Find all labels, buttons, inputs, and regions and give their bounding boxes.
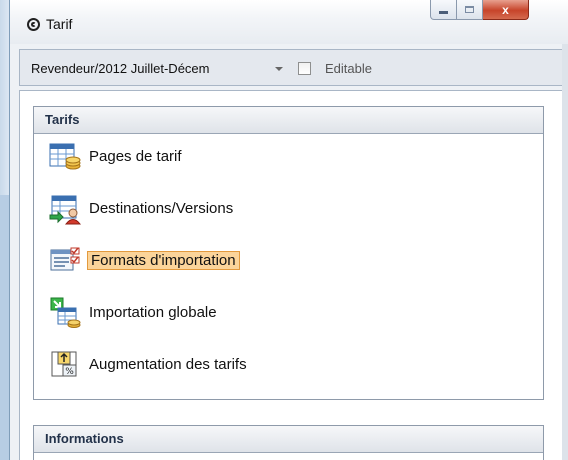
- destinations-versions-icon: [49, 195, 81, 225]
- app-circle-icon[interactable]: [27, 18, 40, 31]
- price-increase-icon: %: [51, 351, 77, 377]
- item-label: Destinations/Versions: [89, 200, 234, 217]
- informations-group-header[interactable]: Informations: [34, 426, 543, 453]
- toolbar: Revendeur/2012 Juillet-Décem Editable: [19, 49, 564, 86]
- window-right-edge: [562, 44, 568, 460]
- desktop-highlight: [0, 195, 9, 460]
- item-label: Formats d'importation: [87, 251, 240, 270]
- item-label: Importation globale: [89, 304, 217, 321]
- item-augmentation-tarifs[interactable]: % Augmentation des tarifs: [49, 349, 349, 383]
- editable-checkbox[interactable]: [298, 62, 311, 75]
- item-pages-de-tarif[interactable]: Pages de tarif: [49, 141, 349, 175]
- minimize-icon: [439, 11, 448, 14]
- window-title: Tarif: [46, 16, 73, 32]
- tariff-version-select[interactable]: Revendeur/2012 Juillet-Décem: [31, 59, 291, 79]
- maximize-icon: [465, 6, 474, 13]
- tariff-version-value: Revendeur/2012 Juillet-Décem: [31, 61, 210, 76]
- caption-buttons: x: [430, 0, 559, 22]
- tarifs-group-header[interactable]: Tarifs: [34, 107, 543, 134]
- close-button[interactable]: x: [483, 0, 529, 20]
- item-destinations-versions[interactable]: Destinations/Versions: [49, 193, 349, 227]
- informations-group: Informations: [33, 425, 544, 460]
- item-label: Pages de tarif: [89, 148, 182, 165]
- global-import-icon: [50, 297, 81, 328]
- item-label: Augmentation des tarifs: [89, 356, 247, 373]
- title-bar[interactable]: Tarif x: [10, 0, 568, 44]
- desktop-background: [0, 0, 9, 460]
- chevron-down-icon[interactable]: [275, 67, 283, 71]
- close-icon: x: [502, 2, 509, 17]
- minimize-button[interactable]: [430, 0, 457, 20]
- tarifs-group: Tarifs Pages de tarif Destinations/Versi…: [33, 106, 544, 400]
- import-formats-icon: [50, 247, 80, 271]
- editable-label: Editable: [325, 61, 372, 76]
- svg-text:%: %: [65, 367, 74, 377]
- item-importation-globale[interactable]: Importation globale: [49, 297, 349, 331]
- maximize-button[interactable]: [457, 0, 483, 20]
- price-pages-icon: [49, 143, 81, 170]
- item-formats-importation[interactable]: Formats d'importation: [49, 245, 349, 279]
